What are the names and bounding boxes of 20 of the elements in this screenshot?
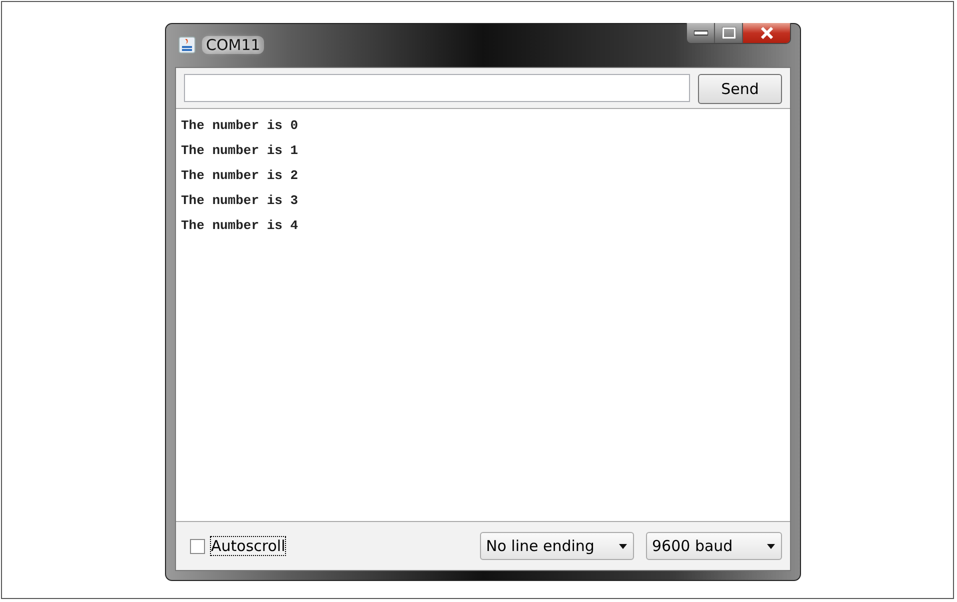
autoscroll-label[interactable]: Autoscroll: [211, 537, 286, 555]
caret-icon: [767, 544, 775, 548]
app-icon: [178, 36, 196, 54]
caret-icon: [619, 544, 627, 548]
output-line: The number is 0: [181, 117, 300, 135]
maximize-button[interactable]: [715, 23, 743, 43]
output-line: The number is 1: [181, 142, 300, 160]
close-button[interactable]: [743, 23, 790, 43]
maximize-icon: [722, 27, 736, 39]
input-field[interactable]: [184, 74, 690, 102]
output-line: The number is 4: [181, 217, 300, 235]
minimize-icon: [694, 30, 708, 36]
output-line: The number is 2: [181, 167, 300, 185]
close-icon: [760, 27, 774, 39]
send-button[interactable]: Send: [698, 74, 782, 104]
line-ending-dropdown[interactable]: No line ending: [480, 532, 634, 560]
baud-rate-dropdown[interactable]: 9600 baud: [646, 532, 782, 560]
minimize-button[interactable]: [687, 23, 715, 43]
autoscroll-checkbox[interactable]: [190, 538, 205, 554]
output-line: The number is 3: [181, 192, 300, 210]
